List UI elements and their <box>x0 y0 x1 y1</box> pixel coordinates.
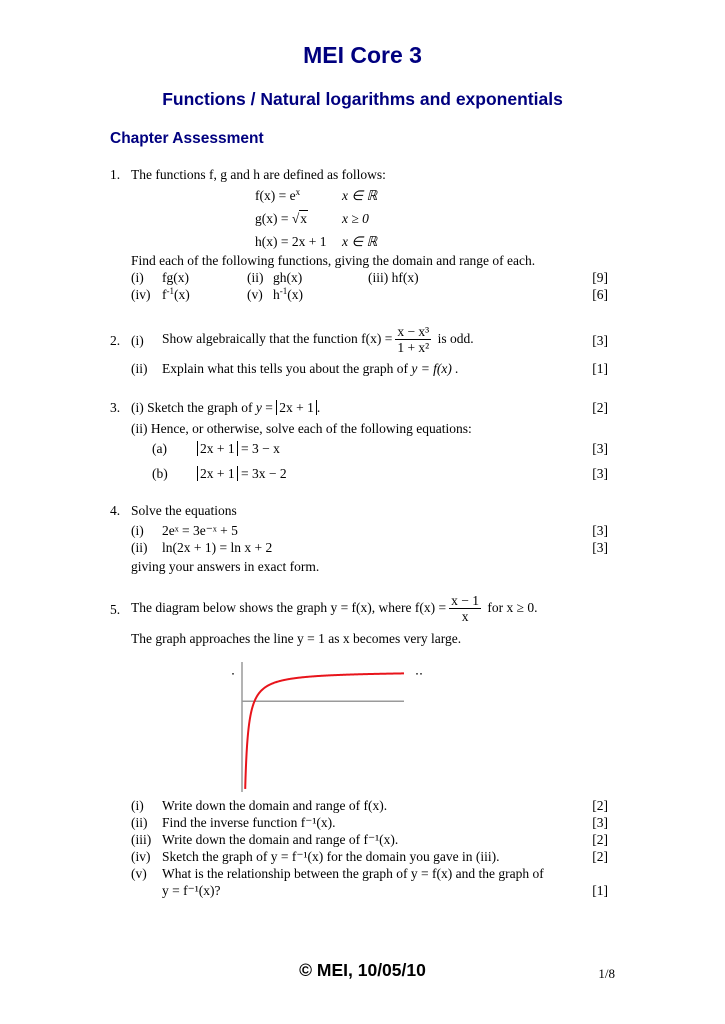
q1-part-expr: f-1(x) <box>162 286 190 303</box>
asymptote-label-fragment <box>232 673 234 675</box>
q5-part-label: (ii) <box>131 815 148 830</box>
q1-part-expr: fg(x) <box>162 270 189 285</box>
q3-a-mark: [3] <box>592 441 608 456</box>
asymptote-label-fragment <box>420 673 422 675</box>
q5-part-text: Find the inverse function f⁻¹(x). <box>162 815 336 830</box>
q2-fraction: x − x³ 1 + x² <box>395 324 432 356</box>
q1-def-g-domain: x ≥ 0 <box>342 211 369 226</box>
q4-ii-mark: [3] <box>592 540 608 555</box>
graph-marks <box>232 662 422 792</box>
q5-part-text: What is the relationship between the gra… <box>162 866 544 881</box>
q4-i-label: (i) <box>131 523 144 538</box>
q5-part-label: (iii) <box>131 832 152 847</box>
q5-part-text: Write down the domain and range of f⁻¹(x… <box>162 832 399 847</box>
q4-i-mark: [3] <box>592 523 608 538</box>
q1-part-expr: h-1(x) <box>273 286 303 303</box>
q1-def-g: g(x) = √x <box>255 210 309 226</box>
page-number: 1/8 <box>598 966 615 981</box>
q5-part-text: Sketch the graph of y = f⁻¹(x) for the d… <box>162 849 500 864</box>
q1-intro: The functions f, g and h are defined as … <box>131 167 386 182</box>
q2-i-text: Show algebraically that the function f(x… <box>162 324 474 356</box>
q1-part-expr: (iii) hf(x) <box>368 270 419 285</box>
q2-ii-mark: [1] <box>592 361 608 376</box>
q5-part-text: y = f⁻¹(x)? <box>162 883 221 898</box>
q1-part-expr: gh(x) <box>273 270 303 285</box>
q1-def-f-domain: x ∈ ℝ <box>342 188 378 203</box>
asymptote-label-fragment <box>416 673 418 675</box>
q5-part-label: (v) <box>131 866 147 881</box>
q2-i-mark: [3] <box>592 333 608 348</box>
q3-b-label: (b) <box>152 466 168 481</box>
q1-part-label: (iv) <box>131 287 151 302</box>
q1-def-h-domain: x ∈ ℝ <box>342 234 378 249</box>
q5-line2: The graph approaches the line y = 1 as x… <box>131 631 462 646</box>
q5-part-label: (iv) <box>131 849 151 864</box>
q3-i-mark: [2] <box>592 400 608 415</box>
q3-ii-text: (ii) Hence, or otherwise, solve each of … <box>131 421 472 436</box>
q2-ii-label: (ii) <box>131 361 148 376</box>
q5-intro: The diagram below shows the graph y = f(… <box>131 593 538 625</box>
q3-a-label: (a) <box>152 441 167 456</box>
q5-part-mark: [2] <box>592 798 608 813</box>
q5-part-text: Write down the domain and range of f(x). <box>162 798 388 813</box>
q1-mark-2: [6] <box>592 287 608 302</box>
q4-intro: Solve the equations <box>131 503 237 518</box>
q3-i-text: (i) Sketch the graph of y = 2x + 1. <box>131 400 321 415</box>
q2-i-label: (i) <box>131 333 144 348</box>
q1-number: 1. <box>110 167 121 182</box>
q4-ii-label: (ii) <box>131 540 148 555</box>
q4-outro: giving your answers in exact form. <box>131 559 320 574</box>
q1-part-label: (i) <box>131 270 144 285</box>
q4-i-eq: 2eˣ = 3e⁻ˣ + 5 <box>162 523 238 538</box>
q5-graph <box>232 662 422 792</box>
q4-number: 4. <box>110 503 121 518</box>
q1-mark-1: [9] <box>592 270 608 285</box>
footer-copyright: © MEI, 10/05/10 <box>299 960 426 980</box>
q5-part-mark: [2] <box>592 849 608 864</box>
q5-part-mark: [3] <box>592 815 608 830</box>
document-subtitle: Functions / Natural logarithms and expon… <box>162 89 563 109</box>
q5-number: 5. <box>110 602 121 617</box>
q1-instruction: Find each of the following functions, gi… <box>131 253 536 268</box>
q5-part-mark: [2] <box>592 832 608 847</box>
q3-number: 3. <box>110 400 121 415</box>
q1-def-f: f(x) = ex <box>255 187 301 204</box>
q2-number: 2. <box>110 333 121 348</box>
q3-b-mark: [3] <box>592 466 608 481</box>
q2-ii-text: Explain what this tells you about the gr… <box>162 361 459 376</box>
document-title: MEI Core 3 <box>303 42 422 68</box>
q5-part-mark: [1] <box>592 883 608 898</box>
q1-def-h: h(x) = 2x + 1 <box>255 234 327 249</box>
q5-fraction: x − 1x <box>449 593 482 625</box>
q5-part-label: (i) <box>131 798 144 813</box>
q4-ii-eq: ln(2x + 1) = ln x + 2 <box>162 540 273 555</box>
q3-a-eq: 2x + 1 = 3 − x <box>197 441 280 457</box>
curve-f <box>244 672 405 789</box>
q3-b-eq: 2x + 1 = 3x − 2 <box>197 466 287 482</box>
q1-part-label: (v) <box>247 287 263 302</box>
section-heading: Chapter Assessment <box>110 130 264 147</box>
q1-part-label: (ii) <box>247 270 264 285</box>
